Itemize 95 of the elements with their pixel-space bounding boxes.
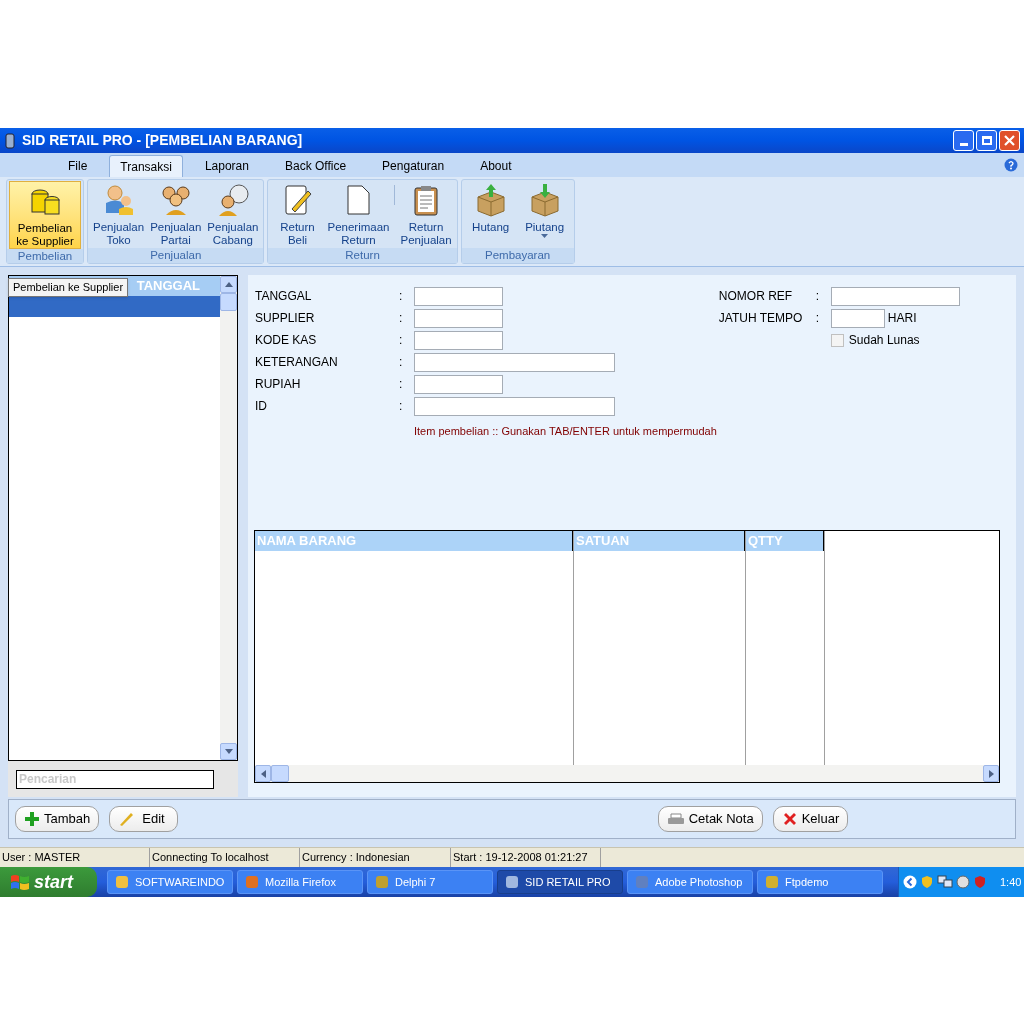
- scrollbar-thumb[interactable]: [271, 765, 289, 782]
- text-field[interactable]: [830, 308, 885, 328]
- network-icon[interactable]: [937, 875, 953, 889]
- text-field[interactable]: [830, 286, 960, 306]
- field-label: TANGGAL: [254, 288, 313, 305]
- action-button[interactable]: Edit: [109, 806, 178, 832]
- taskbar-button[interactable]: Ftpdemo: [757, 870, 883, 894]
- printer-icon: [666, 811, 685, 827]
- chevron-left-icon[interactable]: [903, 875, 917, 889]
- colon: :: [399, 398, 404, 415]
- field-label: RUPIAH: [254, 376, 302, 393]
- right-arrow-icon[interactable]: [988, 769, 994, 778]
- field-label: JATUH TEMPO: [718, 310, 804, 327]
- app-icon: [634, 874, 650, 890]
- colon: :: [815, 310, 821, 327]
- ribbon-button[interactable]: Return Beli: [270, 181, 325, 248]
- field-label: SUPPLIER: [254, 310, 316, 327]
- colon: :: [399, 376, 404, 393]
- taskbar-button[interactable]: Mozilla Firefox: [237, 870, 363, 894]
- list-row[interactable]: [9, 296, 220, 317]
- ribbon-button[interactable]: Return Penjualan: [397, 181, 455, 248]
- column-label: TANGGAL: [136, 277, 200, 295]
- app-icon: [4, 132, 16, 149]
- text-field[interactable]: [414, 374, 503, 394]
- ribbon-button[interactable]: Pembelian ke Supplier: [9, 181, 81, 249]
- group-label: Return: [268, 248, 457, 263]
- plus-icon: [24, 811, 40, 827]
- action-button[interactable]: Keluar: [772, 806, 849, 832]
- colon: :: [399, 354, 404, 371]
- minimize-button[interactable]: [953, 130, 974, 151]
- clock: 1:40: [1000, 874, 1022, 890]
- app-icon: [764, 874, 780, 890]
- unit-label: HARI: [887, 310, 917, 327]
- close-icon: [1004, 135, 1015, 146]
- up-arrow-icon[interactable]: [224, 282, 233, 287]
- colon: :: [399, 288, 404, 305]
- group-label: Penjualan: [88, 248, 264, 263]
- action-button[interactable]: Cetak Nota: [657, 806, 763, 832]
- ribbon-button[interactable]: Penerimaan Return: [324, 181, 393, 248]
- menu-tab[interactable]: Transaksi: [109, 155, 183, 177]
- text-field[interactable]: [414, 308, 503, 328]
- action-button[interactable]: Tambah: [15, 806, 100, 832]
- menu-tab[interactable]: About: [468, 155, 524, 177]
- down-arrow-icon[interactable]: [224, 749, 233, 754]
- ribbon-button[interactable]: Penjualan Partai: [147, 181, 205, 248]
- ribbon-button[interactable]: Penjualan Toko: [90, 181, 148, 248]
- text-field[interactable]: [414, 396, 615, 416]
- window-title: SID RETAIL PRO - [PEMBELIAN BARANG]: [22, 131, 304, 150]
- menu-tab[interactable]: Laporan: [192, 155, 261, 177]
- taskbar-button[interactable]: Delphi 7: [367, 870, 493, 894]
- column-header: NAMA BARANG: [255, 531, 573, 551]
- help-icon[interactable]: [1004, 158, 1018, 172]
- windows-logo-icon: [10, 873, 30, 891]
- left-arrow-icon[interactable]: [260, 769, 266, 778]
- tooltip: Pembelian ke Supplier: [8, 278, 129, 297]
- field-label: NOMOR REF: [718, 288, 794, 305]
- taskbar-button[interactable]: Adobe Photoshop: [627, 870, 753, 894]
- maximize-button[interactable]: [976, 130, 997, 151]
- field-label: ID: [254, 398, 268, 415]
- taskbar-button[interactable]: SID RETAIL PRO: [497, 870, 623, 894]
- text-field[interactable]: [414, 286, 503, 306]
- checkbox-label: Sudah Lunas: [848, 332, 920, 349]
- ribbon-button[interactable]: Hutang: [463, 181, 518, 248]
- menu-tab[interactable]: File: [56, 155, 100, 177]
- globe-icon[interactable]: [956, 875, 970, 889]
- colon: :: [399, 332, 404, 349]
- vertical-scrollbar[interactable]: [220, 276, 237, 760]
- app-icon: [114, 874, 130, 890]
- caret-icon: [541, 234, 549, 239]
- text-field[interactable]: [414, 330, 503, 350]
- text-field[interactable]: [414, 352, 615, 372]
- colon: :: [815, 288, 821, 305]
- ribbon-button[interactable]: Penjualan Cabang: [204, 181, 262, 248]
- menu-tab[interactable]: Pengaturan: [370, 155, 457, 177]
- checkbox[interactable]: [830, 333, 844, 347]
- field-label: KETERANGAN: [254, 354, 339, 371]
- horizontal-scrollbar[interactable]: [255, 765, 999, 782]
- menu-tab[interactable]: Back Office: [272, 155, 359, 177]
- start-button[interactable]: start: [0, 867, 97, 897]
- column-header: QTTY: [746, 531, 824, 551]
- shield-icon[interactable]: [973, 875, 987, 889]
- close-button[interactable]: [999, 130, 1020, 151]
- app-icon: [244, 874, 260, 890]
- ribbon-button[interactable]: Piutang: [517, 181, 572, 248]
- group-label: Pembayaran: [461, 248, 574, 263]
- colon: :: [399, 310, 404, 327]
- app-icon: [374, 874, 390, 890]
- column-header: SATUAN: [574, 531, 745, 551]
- pencil-icon: [118, 811, 135, 827]
- group-label: Pembelian: [7, 249, 83, 263]
- field-label: KODE KAS: [254, 332, 318, 349]
- taskbar-button[interactable]: SOFTWAREINDO: [107, 870, 233, 894]
- app-icon: [504, 874, 520, 890]
- hint-text: Item pembelian :: Gunakan TAB/ENTER untuk mempermudah: [414, 424, 717, 439]
- scrollbar-thumb[interactable]: [220, 293, 237, 311]
